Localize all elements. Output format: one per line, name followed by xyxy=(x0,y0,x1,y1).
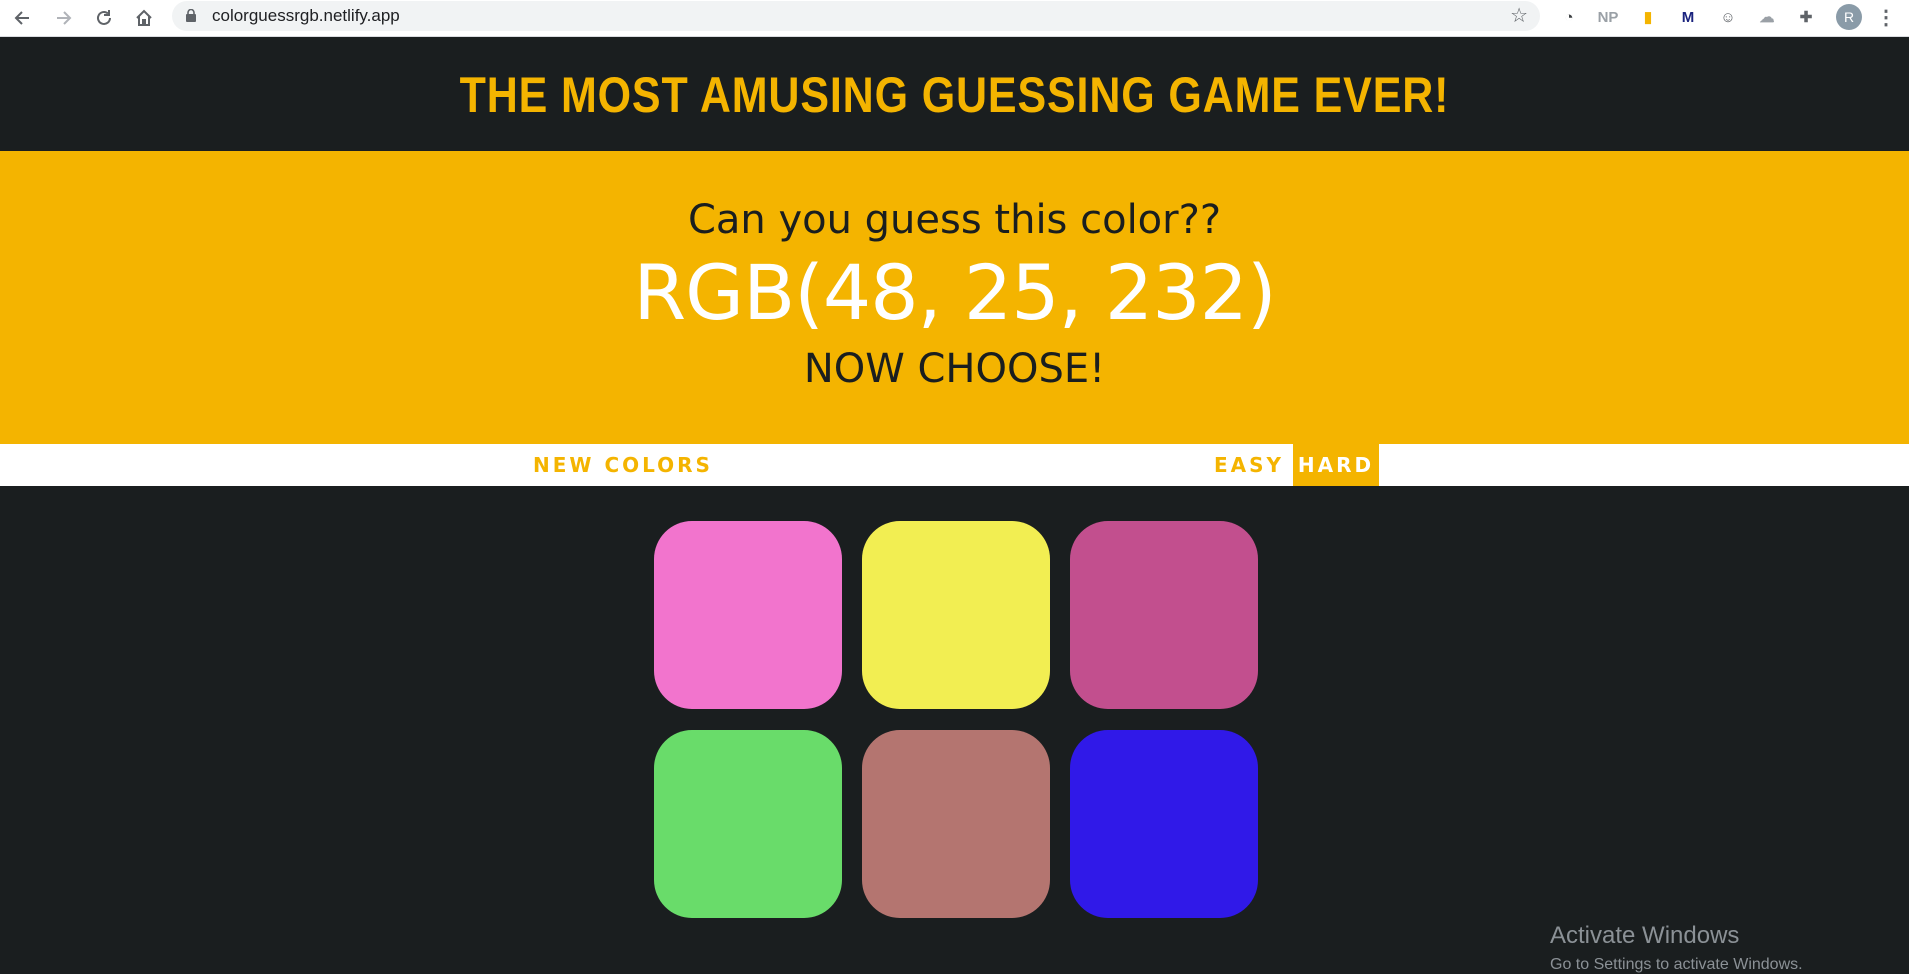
color-square[interactable] xyxy=(862,730,1050,918)
m-extension-icon[interactable]: M xyxy=(1676,5,1700,29)
home-icon[interactable] xyxy=(130,4,158,32)
windows-activation-watermark: Activate Windows Go to Settings to activ… xyxy=(1550,922,1803,974)
bookmark-star-icon[interactable]: ☆ xyxy=(1510,3,1528,27)
target-banner: Can you guess this color?? RGB(48, 25, 2… xyxy=(0,151,1909,444)
lock-icon xyxy=(186,9,196,22)
question-text: Can you guess this color?? xyxy=(687,197,1222,243)
puzzle-extension-icon[interactable]: ✚ xyxy=(1794,5,1818,29)
game-title: THE MOST AMUSING GUESSING GAME EVER! xyxy=(459,66,1450,123)
color-squares-grid xyxy=(654,521,1258,918)
watermark-subtitle: Go to Settings to activate Windows. xyxy=(1550,956,1803,973)
face-extension-icon[interactable]: ☺ xyxy=(1716,5,1740,29)
color-square[interactable] xyxy=(1070,521,1258,709)
color-square[interactable] xyxy=(654,730,842,918)
reload-icon[interactable] xyxy=(90,4,118,32)
address-bar[interactable]: colorguessrgb.netlify.app ☆ xyxy=(172,1,1540,31)
new-colors-button[interactable]: NEW COLORS xyxy=(528,444,718,486)
profile-avatar[interactable]: R xyxy=(1836,4,1862,30)
browser-toolbar: colorguessrgb.netlify.app ☆ ◔ NP ▮ M ☺ ☁ ✚ R ⋮ xyxy=(0,0,1909,37)
easy-mode-button[interactable]: EASY xyxy=(1206,444,1292,486)
color-square[interactable] xyxy=(654,521,842,709)
url-text: colorguessrgb.netlify.app xyxy=(212,6,400,25)
rgb-target: RGB(48, 25, 232) xyxy=(633,248,1276,337)
hard-mode-button[interactable]: HARD xyxy=(1293,444,1379,486)
back-icon[interactable] xyxy=(8,4,36,32)
cloud-extension-icon[interactable]: ☁ xyxy=(1755,5,1779,29)
color-square[interactable] xyxy=(862,521,1050,709)
game-header: THE MOST AMUSING GUESSING GAME EVER! xyxy=(0,38,1909,151)
bookmark-extension-icon[interactable]: ▮ xyxy=(1636,5,1660,29)
status-message: NOW CHOOSE! xyxy=(803,346,1106,392)
np-extension-icon[interactable]: NP xyxy=(1596,5,1620,29)
speed-gauge-icon[interactable]: ◔ xyxy=(1557,5,1581,29)
control-strip: NEW COLORS EASY HARD xyxy=(0,444,1909,486)
color-square[interactable] xyxy=(1070,730,1258,918)
forward-icon[interactable] xyxy=(50,4,78,32)
menu-kebab-icon[interactable]: ⋮ xyxy=(1874,5,1898,29)
watermark-title: Activate Windows xyxy=(1550,922,1740,949)
